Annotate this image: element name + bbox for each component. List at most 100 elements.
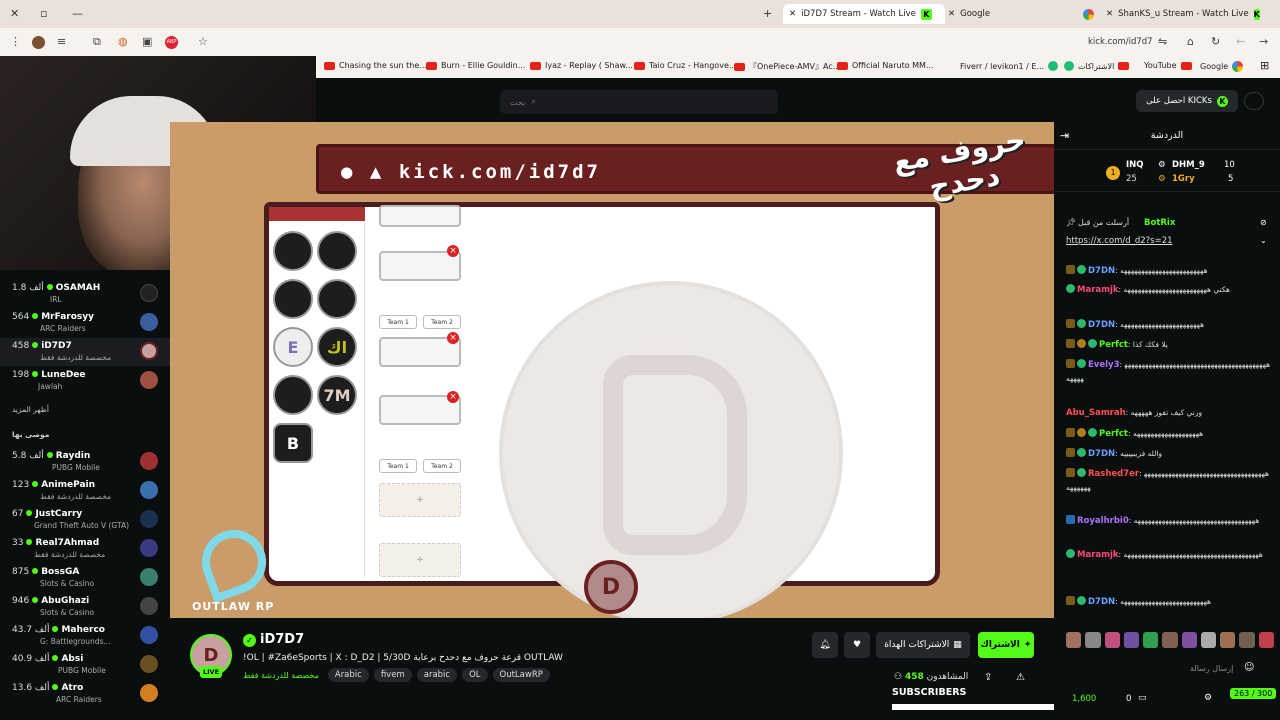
tab-shanks[interactable]: ✕ ShanKS_u Stream - Watch Live K [1100, 4, 1260, 24]
remove-icon[interactable]: × [447, 332, 459, 344]
emote-icon[interactable] [1162, 632, 1178, 648]
bookmark-item[interactable]: Burn - Ellie Gouldin... [426, 61, 525, 70]
site-settings-icon[interactable]: ⇋ [1158, 35, 1167, 48]
sidebar-item-raydin[interactable]: 5.8 ألف Raydin PUBG Mobile [0, 448, 170, 476]
channel-name[interactable]: iD7D7 [260, 632, 304, 647]
pinned-link[interactable]: https://x.com/d_d2?s=21 [1066, 236, 1173, 246]
sidebar-item-animepain[interactable]: 123 AnimePain مخصصة للدردشة فقط [0, 477, 170, 505]
close-window-icon[interactable]: ✕ [10, 7, 19, 20]
puzzle-icon[interactable]: ⧉ [93, 35, 101, 49]
tab-title: Google [960, 9, 991, 19]
emote-icon[interactable] [1123, 632, 1140, 648]
expand-icon[interactable]: ⌄ [1260, 236, 1267, 245]
adblock-icon[interactable]: ABP [165, 36, 178, 49]
settings-icon[interactable]: ⚙ [1204, 693, 1212, 703]
tag[interactable]: fivem [373, 668, 412, 682]
bookmark-item[interactable]: Official Naruto MM... [837, 61, 934, 70]
close-tab-icon[interactable]: ✕ [1106, 9, 1113, 19]
share-icon[interactable]: ⇪ [984, 672, 992, 683]
notifications-button[interactable]: 🔔︎ [812, 632, 838, 658]
back-icon[interactable]: → [1259, 35, 1268, 48]
bell-icon: 🔔︎ [819, 640, 831, 650]
sidebar-item-lunedee[interactable]: 198 LuneDee Jawlah [0, 367, 170, 395]
sidebar-item-atro[interactable]: 13.6 ألف Atro ARC Raiders [0, 680, 170, 708]
profile-avatar[interactable] [32, 36, 45, 49]
sidebar-item-bossga[interactable]: 875 BossGA Slots & Casino [0, 564, 170, 592]
pinned-user[interactable]: BotRix [1144, 218, 1175, 228]
emote-icon[interactable] [1104, 632, 1120, 648]
close-tab-icon[interactable]: ✕ [948, 9, 955, 19]
tab-google[interactable]: ✕ Google G [942, 4, 1100, 24]
sidebar-item-osamah[interactable]: 1.8 ألف OSAMAH IRL [0, 280, 170, 308]
sidebar-item-id7d7[interactable]: 458 iD7D7 مخصصة للدردشة فقط [0, 338, 170, 366]
show-more-link[interactable]: أظهر المزيد [12, 405, 49, 414]
maximize-icon[interactable]: ▫ [40, 7, 47, 20]
gift-subs-button[interactable]: الاشتراكات الهداة ▦ [876, 632, 970, 658]
channel-points[interactable]: 1,600 [1072, 694, 1096, 704]
tag[interactable]: Arabic [327, 668, 369, 682]
sidebar-item-mrfarosyy[interactable]: 564 MrFarosyy ARC Raiders [0, 309, 170, 337]
close-tab-icon[interactable]: ✕ [789, 9, 796, 19]
home-icon[interactable]: ⌂ [1187, 35, 1194, 48]
category-link[interactable]: مخصصة للدردشة فقط [243, 671, 319, 680]
new-tab-icon[interactable]: + [763, 7, 772, 20]
report-icon[interactable]: ⚠ [1016, 672, 1025, 683]
extension-icon[interactable]: ≡ [57, 35, 66, 48]
sidebar-item-abughazi[interactable]: 946 AbuGhazi Slots & Casino [0, 593, 170, 621]
bookmark-star-icon[interactable]: ☆ [198, 35, 208, 48]
emote-icon[interactable] [1085, 632, 1101, 648]
bookmark-item[interactable]: الاشتراكات [1064, 61, 1130, 71]
follow-button[interactable]: ♥ [844, 632, 870, 658]
bookmark-item[interactable]: Fiverr / levikon1 / E... [960, 61, 1059, 71]
youtube-icon [426, 61, 437, 70]
drop-zone[interactable]: + [379, 543, 461, 577]
remove-icon[interactable]: × [447, 245, 459, 257]
team2-button[interactable]: Team 2 [423, 459, 461, 473]
apps-grid-icon[interactable]: ⊞ [1260, 59, 1269, 72]
emoji-icon[interactable]: ☺ [1244, 662, 1254, 673]
subscribe-button[interactable]: الاشتراك ✦ [978, 632, 1034, 658]
forward-icon[interactable]: ← [1236, 35, 1245, 48]
emote-icon[interactable] [1258, 632, 1274, 648]
team1-button[interactable]: Team 1 [379, 459, 417, 473]
tag[interactable]: arabic [416, 668, 458, 682]
tab-id7d7[interactable]: ✕ iD7D7 Stream - Watch Live K [783, 4, 945, 24]
remove-icon[interactable]: × [447, 391, 459, 403]
collapse-chat-icon[interactable]: ⇥ [1060, 129, 1069, 142]
tag[interactable]: OL [462, 668, 488, 682]
extension-icon[interactable]: ▣ [142, 35, 152, 48]
url-text[interactable]: kick.com/id7d7 [1088, 37, 1153, 47]
emote-icon[interactable] [1143, 632, 1159, 648]
sidebar-item-maherco[interactable]: 43.7 ألف Maherco G: Battlegrounds... [0, 622, 170, 650]
d7-emblem [499, 281, 843, 618]
unpin-icon[interactable]: ⊘ [1260, 218, 1267, 227]
bookmark-item[interactable]: Taio Cruz - Hangove... [634, 61, 737, 70]
emote-icon[interactable] [1239, 632, 1255, 648]
wallet-icon[interactable]: ▭ [1138, 693, 1147, 703]
sidebar-item-real7ahmad[interactable]: 33 Real7Ahmad مخصصة للدردشة فقط [0, 535, 170, 563]
emote-icon[interactable] [1066, 632, 1082, 648]
bookmark-item[interactable]: Chasing the sun the... [324, 61, 427, 70]
team2-button[interactable]: Team 2 [423, 315, 461, 329]
video-player[interactable]: ● ▲ kick.com/id7d7 E اك 7M B × Team 1 Te… [170, 122, 1054, 618]
drop-zone[interactable]: + [379, 483, 461, 517]
bookmark-item[interactable]: 『OnePiece-AMV』Ac... [734, 61, 840, 72]
search-input[interactable]: ⌕ بحث [500, 90, 778, 114]
bookmark-item[interactable]: Google [1200, 61, 1244, 72]
emote-icon[interactable] [1220, 632, 1236, 648]
get-kicks-button[interactable]: احصل على KICKs K [1136, 90, 1238, 112]
emote-icon[interactable] [1200, 632, 1217, 648]
gift-icon: ▦ [953, 640, 962, 650]
tag[interactable]: OutLawRP [492, 668, 550, 682]
menu-dots-icon[interactable]: ⋮ [10, 35, 21, 48]
sidebar-item-absi[interactable]: 40.9 ألف Absi PUBG Mobile [0, 651, 170, 679]
extension-icon[interactable]: ◍ [118, 35, 128, 48]
bookmark-item[interactable]: Iyaz - Replay ( Shaw... [530, 61, 633, 70]
toggle-icon[interactable] [1244, 92, 1264, 110]
minimize-icon[interactable]: — [72, 7, 83, 20]
emote-icon[interactable] [1181, 632, 1197, 648]
team1-button[interactable]: Team 1 [379, 315, 417, 329]
reload-icon[interactable]: ↻ [1211, 35, 1220, 48]
sidebar-item-justcarry[interactable]: 67 JustCarry Grand Theft Auto V (GTA) [0, 506, 170, 534]
bookmark-item[interactable]: YouTube [1144, 61, 1192, 70]
